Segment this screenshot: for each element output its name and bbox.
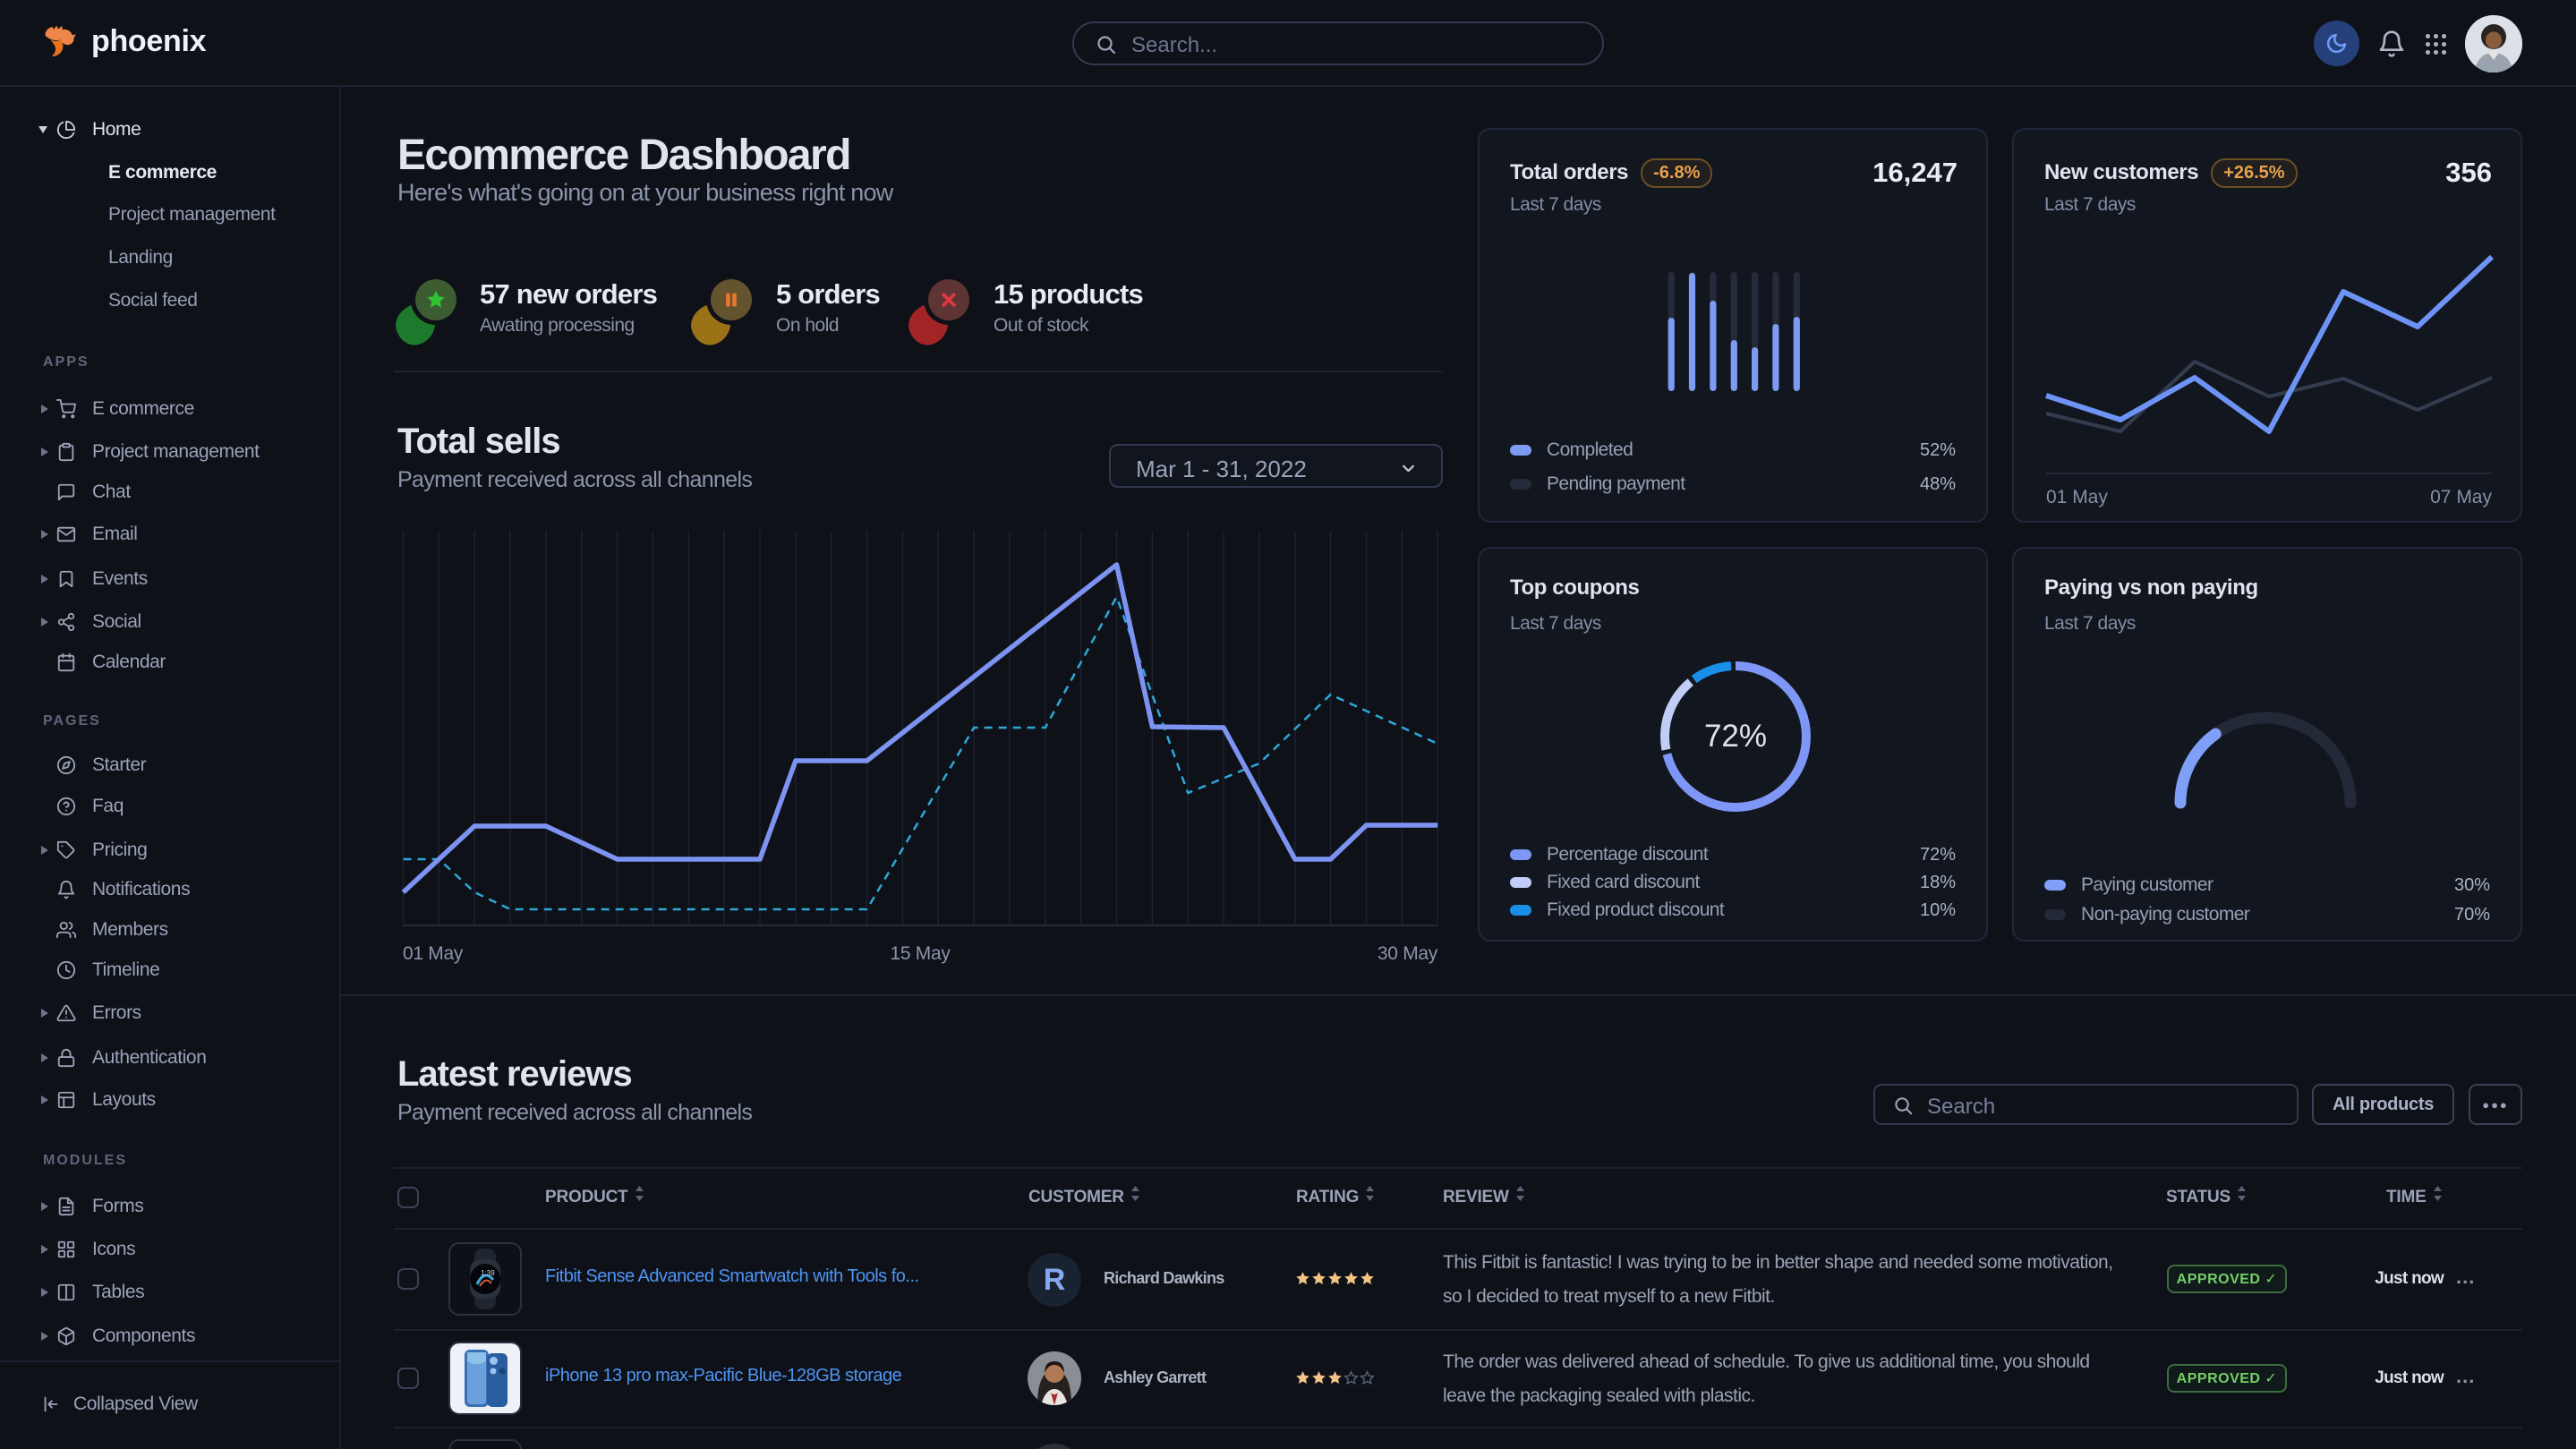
svg-text:07 May: 07 May (2430, 487, 2492, 507)
svg-text:01 May: 01 May (403, 943, 464, 964)
svg-text:15 May: 15 May (890, 943, 951, 964)
svg-text:01 May: 01 May (2046, 487, 2108, 507)
svg-text:30 May: 30 May (1378, 943, 1438, 964)
svg-text:1:39: 1:39 (481, 1269, 495, 1277)
